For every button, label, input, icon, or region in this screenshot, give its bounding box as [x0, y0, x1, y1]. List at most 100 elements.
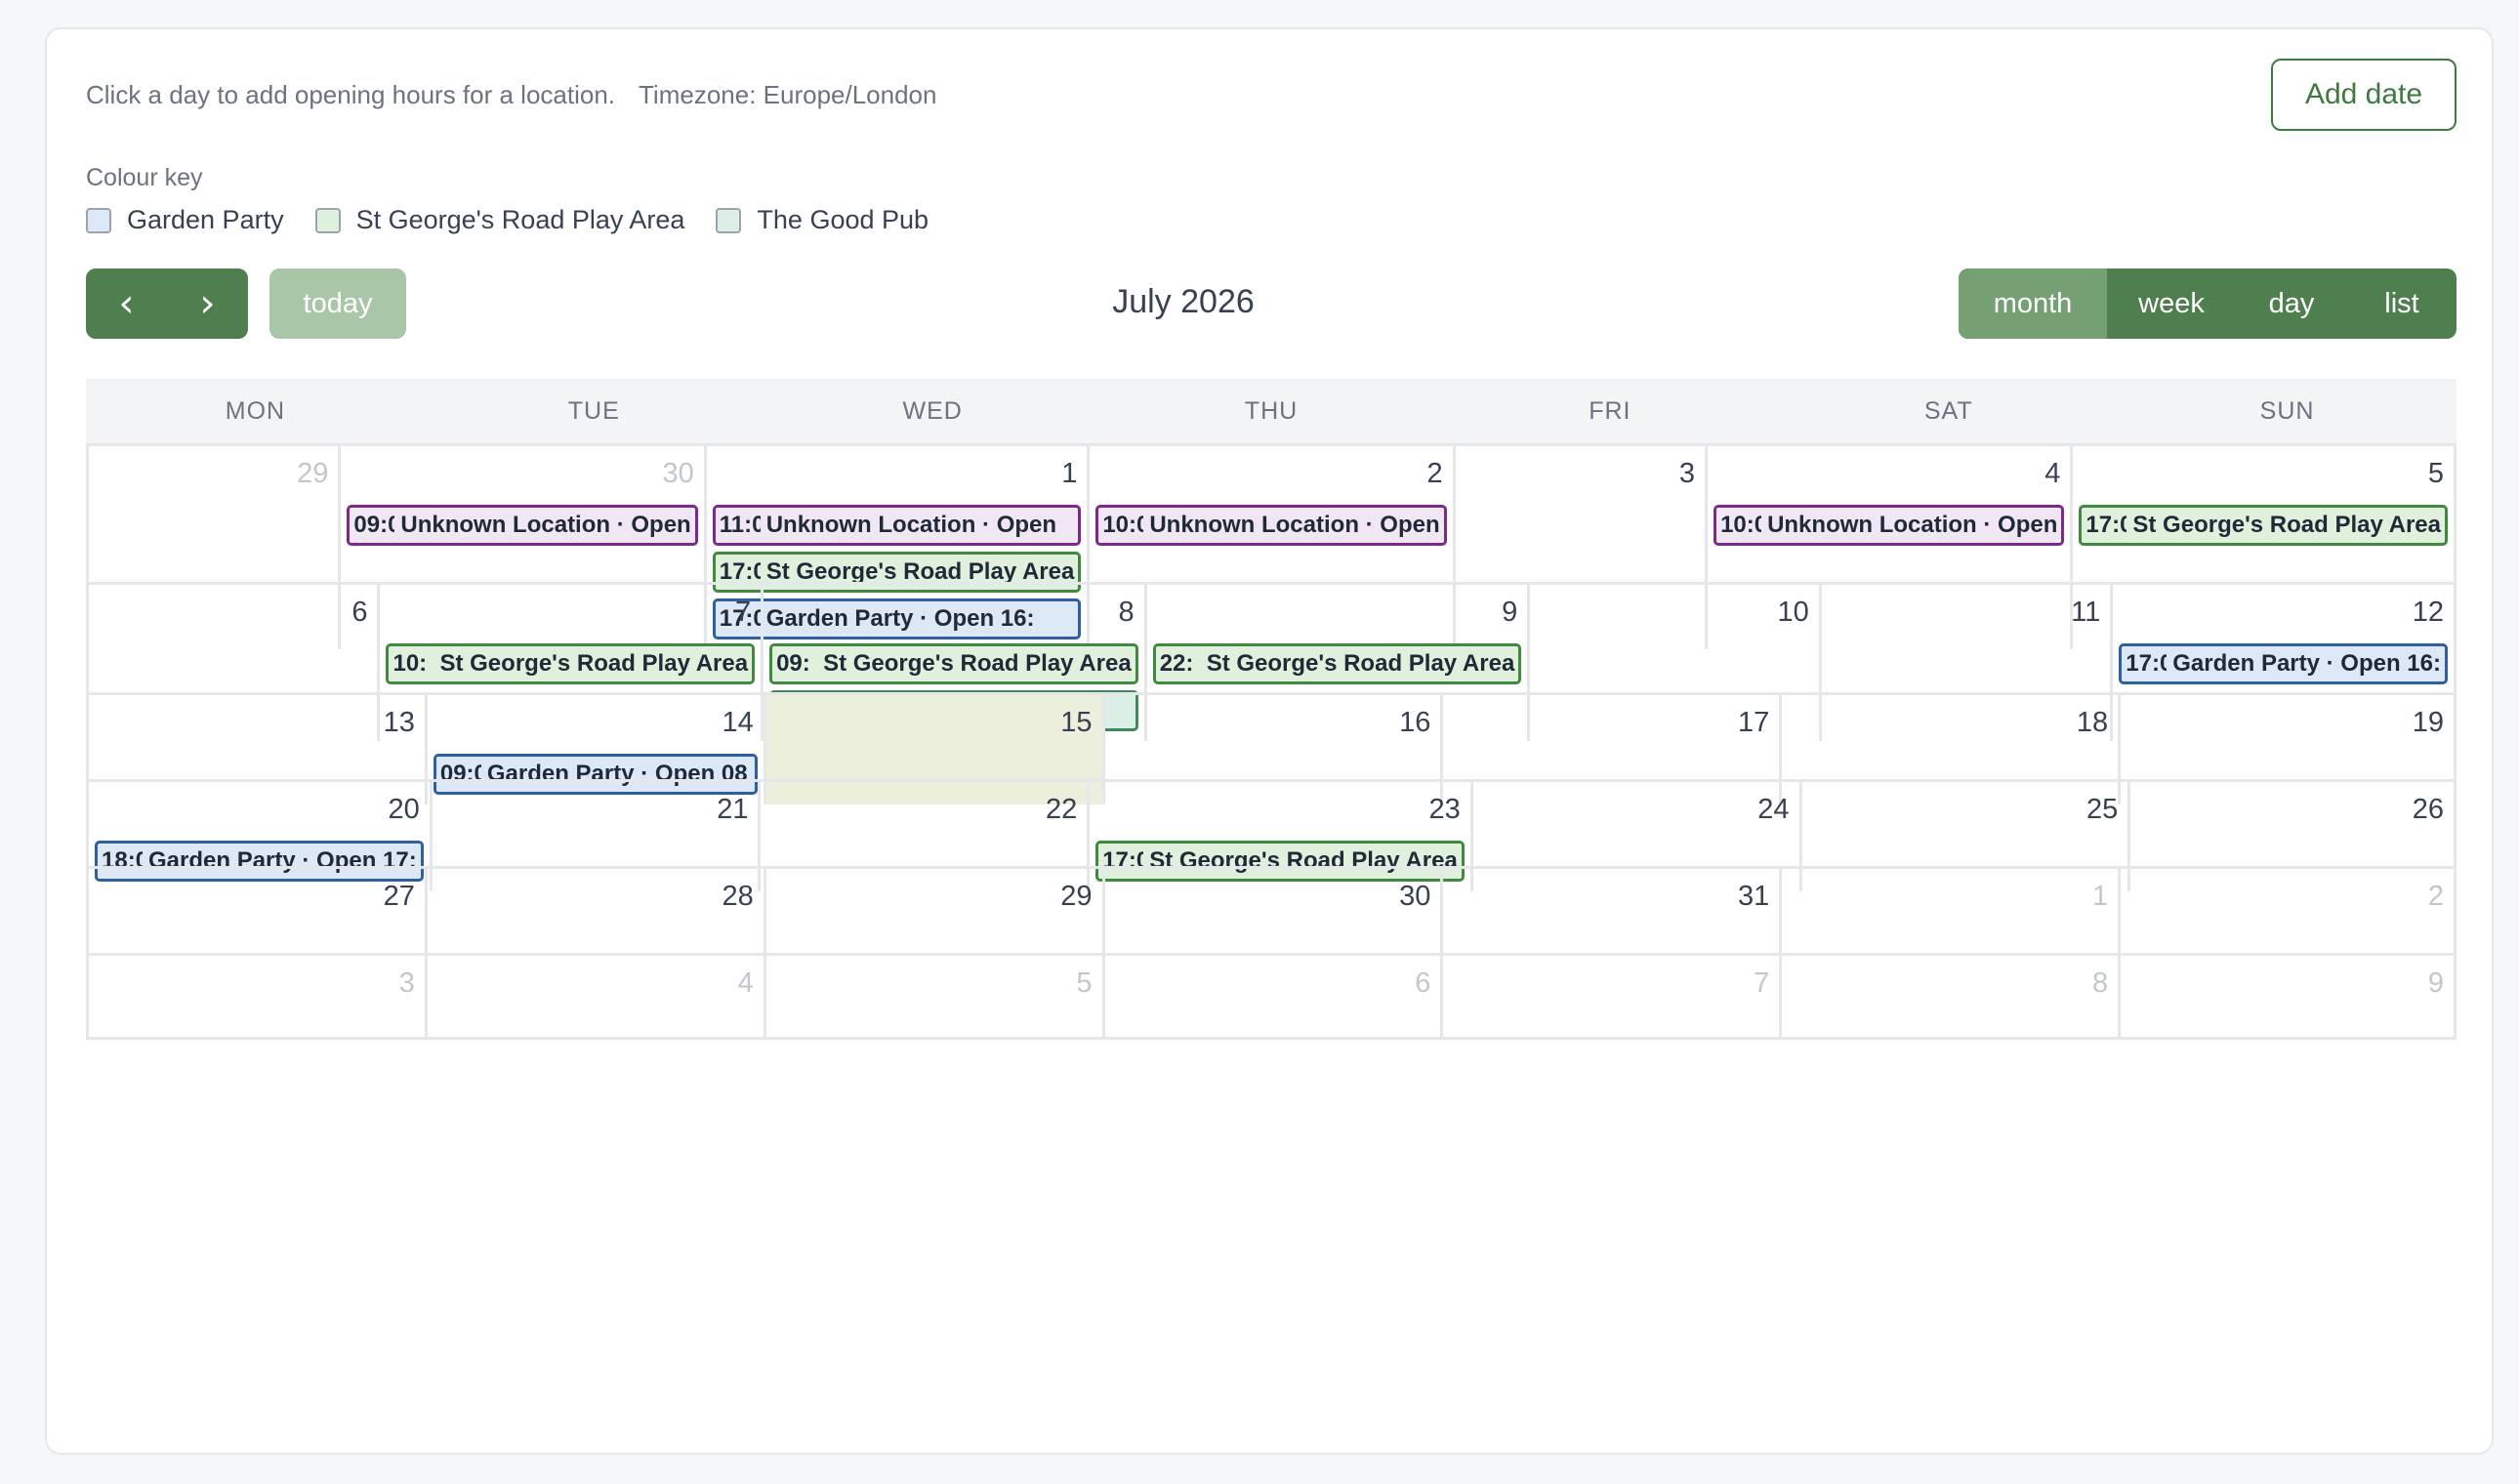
day-number[interactable]: 6 — [1111, 960, 1435, 1009]
day-number[interactable]: 31 — [1449, 873, 1773, 922]
day-number[interactable]: 23 — [1095, 786, 1465, 835]
day-number[interactable]: 18 — [1788, 699, 2112, 748]
calendar-event[interactable]: 22: St George's Road Play Area — [1152, 643, 1522, 684]
event-time: 17:0 — [2126, 650, 2167, 677]
day-number[interactable]: 3 — [95, 960, 419, 1009]
event-time: 10:0 — [1102, 512, 1143, 538]
day-number[interactable]: 11 — [1828, 589, 2104, 638]
day-number[interactable]: 30 — [347, 450, 697, 499]
day-number[interactable]: 7 — [386, 589, 755, 638]
calendar-event[interactable]: 11:0Unknown Location · Open — [712, 505, 1082, 546]
day-cell[interactable]: 6 — [1101, 953, 1441, 1040]
weekday-label: WED — [902, 396, 963, 425]
event-time: 09:0 — [353, 512, 394, 538]
day-number[interactable]: 21 — [438, 786, 753, 835]
day-number[interactable]: 30 — [1111, 873, 1435, 922]
calendar-event[interactable]: 09: St George's Road Play Area — [769, 643, 1138, 684]
day-cell[interactable]: 7 — [1440, 953, 1780, 1040]
week-row: 6 7 10: St George's Road Play Area 8 09: St Ge… — [86, 582, 2457, 741]
day-cell[interactable]: 29 — [763, 866, 1102, 953]
colour-key-label: St George's Road Play Area — [355, 205, 685, 234]
view-week-button[interactable]: week — [2107, 268, 2236, 339]
day-cell[interactable]: 8 — [1779, 953, 2119, 1040]
week-row: 3456789 — [86, 953, 2457, 1040]
event-time: 17:0 — [2085, 512, 2127, 538]
day-number[interactable]: 5 — [772, 960, 1096, 1009]
calendar-event[interactable]: 09:0Unknown Location · Open — [347, 505, 698, 546]
view-list-button[interactable]: list — [2347, 268, 2457, 339]
day-cell[interactable]: 1 — [1779, 866, 2119, 953]
view-month-button[interactable]: month — [1959, 268, 2107, 339]
day-number[interactable]: 3 — [1462, 450, 1699, 499]
event-time: 11:0 — [719, 512, 761, 538]
day-number[interactable]: 25 — [1808, 786, 2123, 835]
day-number[interactable]: 7 — [1449, 960, 1773, 1009]
weekday-label: MON — [225, 396, 286, 425]
day-number[interactable]: 29 — [95, 450, 332, 499]
garden-party-swatch — [86, 207, 111, 233]
event-title: St George's Road Play Area — [765, 558, 1075, 585]
day-number[interactable]: 4 — [434, 960, 758, 1009]
day-number[interactable]: 13 — [95, 699, 419, 748]
day-number[interactable]: 2 — [1095, 450, 1446, 499]
day-number[interactable]: 20 — [95, 786, 424, 835]
event-title: St George's Road Play Area — [1206, 650, 1515, 677]
day-number[interactable]: 15 — [772, 699, 1096, 748]
day-cell[interactable]: 28 — [424, 866, 764, 953]
day-cell[interactable]: 5 — [763, 953, 1102, 1040]
weekday-label: FRI — [1589, 396, 1631, 425]
day-number[interactable]: 29 — [772, 873, 1096, 922]
chevron-left-icon[interactable]: ‹ — [86, 268, 167, 339]
chevron-right-icon[interactable]: › — [167, 268, 248, 339]
colour-key: Garden Party St George's Road Play Area … — [86, 205, 929, 235]
event-time: 10:0 — [1720, 512, 1761, 538]
day-number[interactable]: 2 — [2127, 873, 2448, 922]
day-number[interactable]: 4 — [1714, 450, 2064, 499]
day-number[interactable]: 6 — [95, 589, 371, 638]
day-cell[interactable]: 2 — [2118, 866, 2457, 953]
colour-key-item-good-pub: The Good Pub — [716, 205, 929, 235]
day-number[interactable]: 19 — [2127, 699, 2448, 748]
day-number[interactable]: 8 — [769, 589, 1138, 638]
instructions-text: Click a day to add opening hours for a l… — [86, 80, 936, 110]
colour-key-label: Garden Party — [127, 205, 284, 234]
day-number[interactable]: 5 — [2079, 450, 2448, 499]
day-cell[interactable]: 27 — [86, 866, 425, 953]
view-day-button[interactable]: day — [2236, 268, 2347, 339]
event-time: 09: — [776, 650, 810, 677]
event-title: St George's Road Play Area — [2132, 512, 2441, 538]
colour-key-item-play-area: St George's Road Play Area — [314, 205, 685, 235]
calendar-event[interactable]: 10:0Unknown Location · Open — [1714, 505, 2065, 546]
calendar-event[interactable]: 10:0Unknown Location · Open — [1095, 505, 1447, 546]
day-number[interactable]: 8 — [1788, 960, 2112, 1009]
day-number[interactable]: 9 — [2127, 960, 2448, 1009]
day-number[interactable]: 9 — [1153, 589, 1522, 638]
day-number[interactable]: 16 — [1111, 699, 1435, 748]
day-cell[interactable]: 4 — [424, 953, 764, 1040]
calendar-event[interactable]: 17:0St George's Road Play Area — [2079, 505, 2448, 546]
calendar-event[interactable]: 10: St George's Road Play Area — [386, 643, 756, 684]
day-number[interactable]: 27 — [95, 873, 419, 922]
calendar-event[interactable]: 17:0Garden Party · Open 16: — [2119, 643, 2448, 684]
month-navigation: ‹ › — [86, 268, 248, 339]
week-row: 2018:0Garden Party · Open 17:21222317:0S… — [86, 779, 2457, 891]
add-date-button[interactable]: Add date — [2271, 59, 2457, 131]
day-cell[interactable]: 30 — [1101, 866, 1441, 953]
day-number[interactable]: 10 — [1536, 589, 1812, 638]
event-title: Unknown Location · Open — [1149, 512, 1440, 538]
day-number[interactable]: 1 — [713, 450, 1082, 499]
event-time: 10: — [392, 650, 428, 677]
day-number[interactable]: 12 — [2119, 589, 2448, 638]
day-cell[interactable]: 31 — [1440, 866, 1780, 953]
day-number[interactable]: 22 — [766, 786, 1081, 835]
today-button[interactable]: today — [269, 268, 406, 339]
week-row: 27 28 29 30 31 1 2 — [86, 866, 2457, 953]
day-cell[interactable]: 3 — [86, 953, 425, 1040]
day-number[interactable]: 28 — [434, 873, 758, 922]
day-number[interactable]: 26 — [2136, 786, 2448, 835]
day-number[interactable]: 24 — [1479, 786, 1794, 835]
day-number[interactable]: 17 — [1449, 699, 1773, 748]
day-cell[interactable]: 9 — [2118, 953, 2457, 1040]
day-number[interactable]: 14 — [434, 699, 758, 748]
day-number[interactable]: 1 — [1788, 873, 2112, 922]
